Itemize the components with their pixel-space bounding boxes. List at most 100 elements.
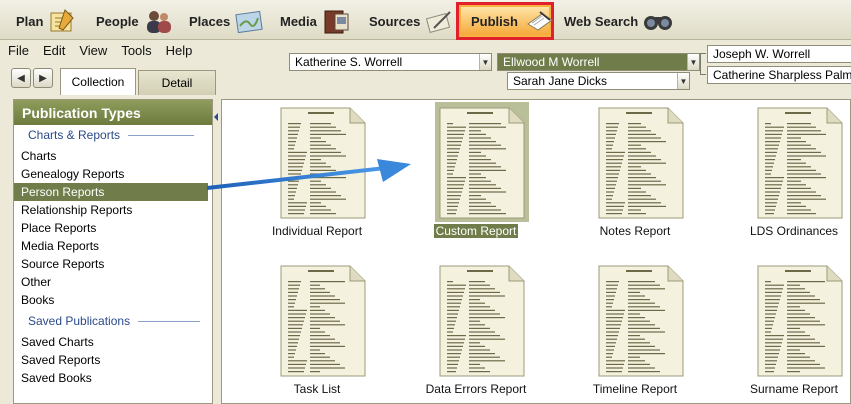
menu-help[interactable]: Help <box>158 41 199 61</box>
section-label: Saved Publications <box>28 314 131 328</box>
chevron-down-icon: ▼ <box>677 73 689 89</box>
report-label: Data Errors Report <box>401 382 551 396</box>
section-saved-publications: Saved Publications <box>28 314 201 328</box>
sidebar-item-place-reports[interactable]: Place Reports <box>14 219 208 237</box>
report-surname-report[interactable]: Surname Report <box>719 260 851 404</box>
menu-edit[interactable]: Edit <box>35 41 71 61</box>
chevron-down-icon: ▼ <box>479 54 491 70</box>
report-label-text: Surname Report <box>749 382 839 396</box>
report-page-icon <box>757 265 843 377</box>
sidebar-item-other[interactable]: Other <box>14 273 208 291</box>
forward-button[interactable]: ▶ <box>33 68 53 88</box>
publish-highlight-box: Publish <box>456 2 554 40</box>
grandmother-selector[interactable]: Catherine Sharpless Palmer <box>707 66 851 84</box>
father-selector[interactable]: Katherine S. Worrell ▼ <box>289 53 492 71</box>
sidebar-item-relationship-reports[interactable]: Relationship Reports <box>14 201 208 219</box>
report-label: Individual Report <box>242 224 392 238</box>
menu-tools[interactable]: Tools <box>113 41 157 61</box>
sidebar-item-charts[interactable]: Charts <box>14 147 208 165</box>
sidebar-item-saved-books[interactable]: Saved Books <box>14 369 208 387</box>
report-data-errors-report[interactable]: Data Errors Report <box>401 260 551 404</box>
report-timeline-report[interactable]: Timeline Report <box>560 260 710 404</box>
report-page-icon <box>439 107 525 219</box>
media-icon <box>321 8 351 34</box>
people-label: People <box>96 13 139 29</box>
report-label-text: Timeline Report <box>592 382 678 396</box>
report-label: Custom Report <box>401 224 551 238</box>
sidebar-item-books[interactable]: Books <box>14 291 208 309</box>
report-page-icon <box>598 107 684 219</box>
section-rule <box>128 134 195 136</box>
report-label-text: Data Errors Report <box>425 382 527 396</box>
sidebar-item-saved-charts[interactable]: Saved Charts <box>14 333 208 351</box>
sources-label: Sources <box>369 13 421 29</box>
report-label-text: Custom Report <box>433 224 519 238</box>
people-button[interactable]: People <box>96 4 173 38</box>
spouse-selector[interactable]: Sarah Jane Dicks ▼ <box>507 72 690 90</box>
report-label: Timeline Report <box>560 382 710 396</box>
tree-connector <box>700 53 706 75</box>
sidebar-item-saved-reports[interactable]: Saved Reports <box>14 351 208 369</box>
panel-title: Publication Types <box>14 100 212 125</box>
chevron-down-icon: ▼ <box>687 54 699 70</box>
web-search-icon <box>642 8 673 34</box>
sidebar-item-person-reports[interactable]: Person Reports <box>14 183 208 201</box>
reports-gallery: Individual Report Custom Report Notes Repo… <box>221 99 851 404</box>
menu-file[interactable]: File <box>0 41 35 61</box>
report-page-icon <box>757 107 843 219</box>
grandmother-name: Catherine Sharpless Palmer <box>713 68 851 82</box>
report-custom-report[interactable]: Custom Report <box>401 102 551 250</box>
sidebar-item-source-reports[interactable]: Source Reports <box>14 255 208 273</box>
grandfather-selector[interactable]: Joseph W. Worrell <box>707 45 851 63</box>
panel-splitter[interactable] <box>213 99 221 404</box>
plan-label: Plan <box>16 13 44 29</box>
sidebar-item-genealogy-reports[interactable]: Genealogy Reports <box>14 165 208 183</box>
publish-button[interactable]: Publish <box>461 7 553 35</box>
tab-detail[interactable]: Detail <box>138 70 216 95</box>
report-label-text: Individual Report <box>271 224 363 238</box>
section-label: Charts & Reports <box>28 128 121 142</box>
publish-label: Publish <box>471 13 518 29</box>
arrow-annotation-icon <box>206 159 411 190</box>
plan-icon <box>47 8 77 34</box>
places-icon <box>234 8 264 34</box>
report-label: Notes Report <box>560 224 710 238</box>
web-search-button[interactable]: Web Search <box>564 4 673 38</box>
places-button[interactable]: Places <box>189 4 264 38</box>
spouse-name: Sarah Jane Dicks <box>513 74 608 88</box>
report-label-text: Notes Report <box>599 224 671 238</box>
menu-view[interactable]: View <box>71 41 113 61</box>
back-button[interactable]: ◀ <box>11 68 31 88</box>
report-label-text: Task List <box>293 382 341 396</box>
tab-collection[interactable]: Collection <box>60 68 136 95</box>
focus-person-name: Ellwood M Worrell <box>503 55 600 69</box>
report-task-list[interactable]: Task List <box>242 260 392 404</box>
report-notes-report[interactable]: Notes Report <box>560 102 710 250</box>
plan-button[interactable]: Plan <box>16 4 77 38</box>
report-label: LDS Ordinances <box>719 224 851 238</box>
media-button[interactable]: Media <box>280 4 351 38</box>
report-label: Surname Report <box>719 382 851 396</box>
web-search-label: Web Search <box>564 13 639 29</box>
sources-icon <box>424 8 454 34</box>
focus-person-selector[interactable]: Ellwood M Worrell ▼ <box>497 53 700 71</box>
section-charts-reports: Charts & Reports <box>28 128 195 142</box>
forward-arrow-icon: ▶ <box>39 72 47 84</box>
sources-button[interactable]: Sources <box>369 4 454 38</box>
menu-bar: File Edit View Tools Help <box>0 41 290 61</box>
father-name: Katherine S. Worrell <box>295 55 403 69</box>
report-label: Task List <box>242 382 392 396</box>
grandfather-name: Joseph W. Worrell <box>713 47 811 61</box>
publish-icon <box>524 8 554 34</box>
report-lds-ordinances[interactable]: LDS Ordinances <box>719 102 851 250</box>
report-label-text: LDS Ordinances <box>749 224 839 238</box>
section-rule <box>138 320 201 322</box>
publication-types-panel: Publication Types Charts & Reports Chart… <box>13 99 213 404</box>
sidebar-item-media-reports[interactable]: Media Reports <box>14 237 208 255</box>
collapse-arrow-icon[interactable] <box>214 113 218 121</box>
app-window: Plan People Places Media Sources Publish… <box>0 0 851 404</box>
places-label: Places <box>189 13 231 29</box>
people-icon <box>143 8 173 34</box>
report-page-icon <box>598 265 684 377</box>
report-page-icon <box>439 265 525 377</box>
